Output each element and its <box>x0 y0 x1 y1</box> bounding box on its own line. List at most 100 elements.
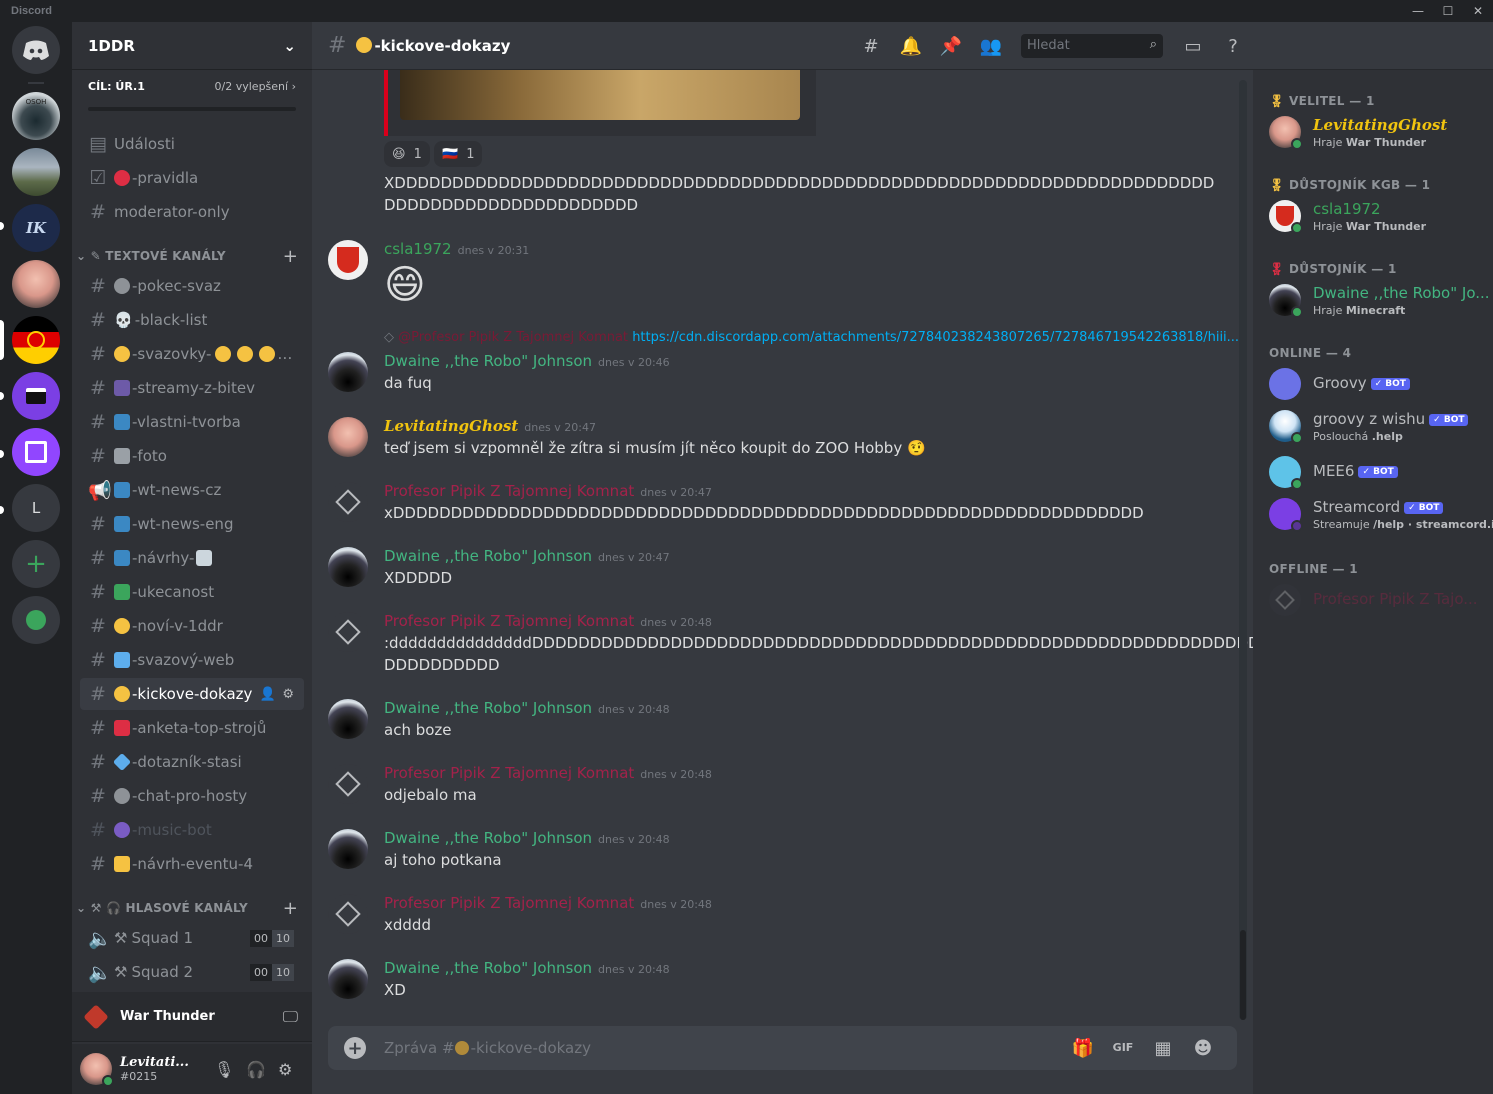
explore-servers-icon[interactable] <box>12 596 60 644</box>
channel-item[interactable]: # -svazový-web <box>80 644 304 676</box>
member-item[interactable]: csla1972 Hraje War Thunder <box>1269 200 1489 242</box>
guild-header[interactable]: 1DDR ⌄ <box>72 22 312 70</box>
channel-item[interactable]: # -chat-pro-hosty <box>80 780 304 812</box>
boost-progress[interactable]: CÍL: ÚR.1 0/2 vylepšení › <box>72 70 312 120</box>
add-server-icon[interactable]: + <box>12 540 60 588</box>
author-name[interactable]: Dwaine ,,the Robo" Johnson <box>384 547 592 565</box>
member-item[interactable]: Streamcord ✓ BOT Streamuje /help · stream… <box>1269 498 1493 540</box>
settings-icon[interactable]: ⚙ <box>278 1060 292 1079</box>
avatar[interactable] <box>328 829 368 869</box>
category-text[interactable]: ⌄ ✎ TEXTOVÉ KANÁLY + <box>76 246 304 267</box>
member-item[interactable]: MEE6 ✓ BOT <box>1269 456 1489 498</box>
avatar[interactable] <box>328 352 368 392</box>
channel-item[interactable]: # -návrhy- <box>80 542 304 574</box>
channel-item[interactable]: 📢 -wt-news-cz <box>80 474 304 506</box>
threads-icon[interactable]: # <box>851 36 891 57</box>
avatar[interactable] <box>328 959 368 999</box>
gif-icon[interactable]: GIF <box>1103 1038 1143 1059</box>
channel-item[interactable]: # -svazovky-… <box>80 338 304 370</box>
invite-icon[interactable]: 👤 <box>260 687 276 702</box>
embed-image[interactable] <box>400 70 800 120</box>
image-embed[interactable] <box>384 70 816 136</box>
channel-item[interactable]: # -vlastni-tvorba <box>80 406 304 438</box>
reaction-button[interactable]: 🇷🇺 1 <box>434 141 483 167</box>
author-name[interactable]: Profesor Pipik Z Tajomnej Komnat <box>384 764 634 782</box>
author-name[interactable]: LevitatingGhost <box>384 417 518 435</box>
minimize-icon[interactable]: — <box>1403 0 1433 22</box>
headphones-icon[interactable]: 🎧 <box>246 1060 266 1079</box>
avatar[interactable] <box>328 764 368 804</box>
channel-item[interactable]: # -ukecanost <box>80 576 304 608</box>
member-item[interactable]: Groovy ✓ BOT <box>1269 368 1489 410</box>
avatar[interactable] <box>328 240 368 280</box>
sticker-icon[interactable]: ▦ <box>1143 1038 1183 1059</box>
screen-share-icon[interactable]: 🖵 <box>283 1007 298 1027</box>
channel-pravidla[interactable]: ☑ -pravidla <box>80 162 304 194</box>
category-voice[interactable]: ⌄ ⚒ 🎧 HLASOVÉ KANÁLY + <box>76 898 304 919</box>
composer-placeholder[interactable]: Zpráva # -kickove-dokazy <box>384 1039 591 1057</box>
channel-item[interactable]: # -pokec-svaz <box>80 270 304 302</box>
author-name[interactable]: csla1972 <box>384 240 452 258</box>
member-item[interactable]: LevitatingGhost Hraje War Thunder <box>1269 116 1489 158</box>
server-ik[interactable]: IK <box>12 204 60 252</box>
channel-item[interactable]: # -wt-news-eng <box>80 508 304 540</box>
server-twitch[interactable] <box>12 428 60 476</box>
home-button[interactable] <box>12 26 60 74</box>
channel-item[interactable]: # -streamy-z-bitev <box>80 372 304 404</box>
emoji-icon[interactable]: ☻ <box>1183 1038 1223 1059</box>
avatar[interactable] <box>328 894 368 934</box>
channel-item[interactable]: # -návrh-eventu-4 <box>80 848 304 880</box>
members-icon[interactable]: 👥 <box>971 36 1011 57</box>
voice-channel[interactable]: 🔈 ⚒ Squad 1 00 10 <box>80 922 304 954</box>
add-channel-icon[interactable]: + <box>283 898 298 919</box>
member-item[interactable]: groovy z wishu ✓ BOT Poslouchá .help <box>1269 410 1489 452</box>
server-baby[interactable] <box>12 260 60 308</box>
scrollbar-track[interactable] <box>1239 80 1247 1020</box>
avatar[interactable] <box>328 482 368 522</box>
gear-icon[interactable]: ⚙ <box>282 687 294 702</box>
search-input[interactable]: Hledat ⌕ <box>1021 34 1163 58</box>
reply-context[interactable]: ◇ @Profesor Pipik Z Tajomnej Komnat http… <box>384 330 1239 345</box>
server-tank[interactable] <box>12 148 60 196</box>
author-name[interactable]: Profesor Pipik Z Tajomnej Komnat <box>384 482 634 500</box>
member-item[interactable]: Dwaine ,,the Robo" Jo... Hraje Minecraft <box>1269 284 1490 326</box>
mute-icon[interactable]: 🎙 <box>214 1060 234 1079</box>
pin-icon[interactable]: 📌 <box>931 36 971 57</box>
reaction-button[interactable]: 😆 1 <box>384 141 430 167</box>
channel-item-muted[interactable]: # -music-bot <box>80 814 304 846</box>
upload-plus-icon[interactable]: + <box>344 1037 366 1059</box>
author-name[interactable]: Dwaine ,,the Robo" Johnson <box>384 352 592 370</box>
message-composer[interactable]: + Zpráva # -kickove-dokazy 🎁 GIF ▦ ☻ <box>328 1026 1237 1070</box>
channel-item[interactable]: # -anketa-top-strojů <box>80 712 304 744</box>
events-item[interactable]: ▤ Události <box>80 128 304 160</box>
gift-icon[interactable]: 🎁 <box>1063 1038 1103 1059</box>
channel-item[interactable]: # -noví-v-1ddr <box>80 610 304 642</box>
avatar[interactable] <box>328 612 368 652</box>
member-item-offline[interactable]: Profesor Pipik Z Tajo... <box>1269 584 1489 626</box>
avatar[interactable] <box>328 699 368 739</box>
server-l[interactable]: L <box>12 484 60 532</box>
server-clapper[interactable] <box>12 372 60 420</box>
author-name[interactable]: Dwaine ,,the Robo" Johnson <box>384 959 592 977</box>
avatar[interactable] <box>328 547 368 587</box>
author-name[interactable]: Profesor Pipik Z Tajomnej Komnat <box>384 612 634 630</box>
author-name[interactable]: Dwaine ,,the Robo" Johnson <box>384 699 592 717</box>
server-ddr[interactable] <box>12 316 60 364</box>
help-icon[interactable]: ? <box>1213 36 1253 57</box>
server-osoh[interactable]: OSOH <box>12 92 60 140</box>
voice-channel[interactable]: 🔈 ⚒ Squad 2 00 10 <box>80 956 304 988</box>
maximize-icon[interactable]: ☐ <box>1433 0 1463 22</box>
author-name[interactable]: Dwaine ,,the Robo" Johnson <box>384 829 592 847</box>
channel-item-active[interactable]: # -kickove-dokazy 👤 ⚙ <box>80 678 304 710</box>
inbox-icon[interactable]: ▭ <box>1173 36 1213 57</box>
channel-item[interactable]: # 💀 -black-list <box>80 304 304 336</box>
scrollbar-thumb[interactable] <box>1240 930 1246 1020</box>
avatar[interactable] <box>328 417 368 457</box>
author-name[interactable]: Profesor Pipik Z Tajomnej Komnat <box>384 894 634 912</box>
close-icon[interactable]: ✕ <box>1463 0 1493 22</box>
avatar[interactable] <box>80 1053 114 1087</box>
channel-item[interactable]: # -foto <box>80 440 304 472</box>
add-channel-icon[interactable]: + <box>283 246 298 267</box>
channel-item[interactable]: # -dotazník-stasi <box>80 746 304 778</box>
channel-moderator-only[interactable]: # moderator-only <box>80 196 304 228</box>
